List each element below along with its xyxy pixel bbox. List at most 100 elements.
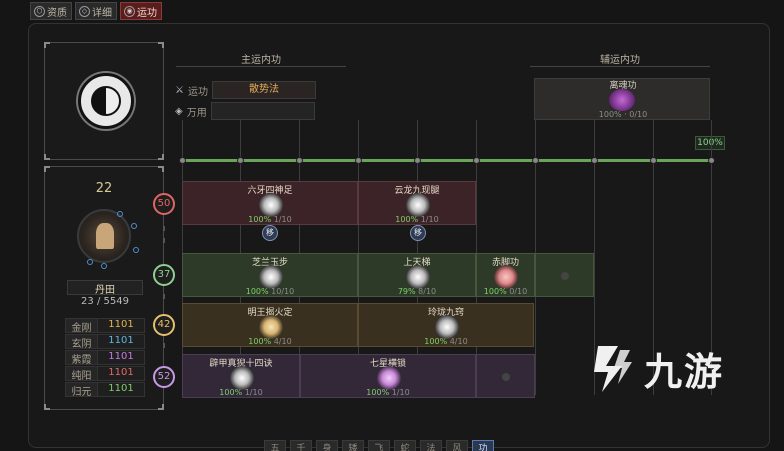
wanyong-slot[interactable] <box>210 102 315 120</box>
yungong-label: 运功 <box>187 86 208 98</box>
category-chip[interactable]: 蛇 <box>394 440 416 451</box>
attribute-row: 玄阴 1101 <box>65 334 145 350</box>
meridian-dot-icon <box>133 247 139 253</box>
main-neigong-title: 主运内功 <box>241 55 281 66</box>
separator <box>163 226 165 231</box>
grid-node <box>532 157 539 164</box>
category-chip[interactable]: 功 <box>472 440 494 451</box>
dantian-value: 23 / 5549 <box>81 296 129 307</box>
category-chip[interactable]: 千 <box>290 440 312 451</box>
grid-node <box>296 157 303 164</box>
grid-node <box>414 157 421 164</box>
meridian-progress-line <box>182 159 712 162</box>
empty-slot[interactable] <box>535 253 594 297</box>
character-panel: 22 丹田 23 / 5549 金刚 1101 玄阴 1101 紫霞 1101 纯阳 1101… <box>44 166 164 410</box>
cultivate-icon: ◉ <box>124 5 135 17</box>
grid-node <box>473 157 480 164</box>
attribute-name: 纯阳 <box>66 367 98 382</box>
grid-node <box>708 157 715 164</box>
crossed-swords-icon: ⚔ <box>175 84 184 96</box>
skill-icon <box>406 193 430 217</box>
diamond-icon: ◈ <box>175 105 183 117</box>
tab-details[interactable]: ◇ 详细 <box>75 2 117 20</box>
info-icon: ⬡ <box>34 5 45 17</box>
watermark-text: 九游 <box>644 349 725 394</box>
skill-cell[interactable]: 玲珑九窍 100% 4/10 <box>358 303 534 347</box>
attribute-row: 归元 1101 <box>65 382 145 398</box>
aux-percent-badge: 100% <box>695 136 725 150</box>
skill-icon <box>259 315 283 339</box>
bottom-category-strip: 五千身矮飞蛇法风功 <box>264 440 494 451</box>
attribute-value: 1101 <box>108 319 134 330</box>
skill-progress: 100% 1/10 <box>248 215 292 224</box>
meridian-dot-icon <box>117 211 123 217</box>
aux-neigong-title: 辅运内功 <box>600 55 640 66</box>
attribute-value: 1101 <box>108 351 134 362</box>
skill-type-panel <box>44 42 164 160</box>
skill-progress: 100% 0/10 <box>483 287 528 296</box>
tab-cultivate[interactable]: ◉ 运功 <box>120 2 162 20</box>
tab-label: 详细 <box>92 7 112 19</box>
aux-skill-card[interactable]: 离魂功 100% · 0/10 <box>534 78 710 120</box>
category-chip[interactable]: 飞 <box>368 440 390 451</box>
divider <box>176 66 346 67</box>
tab-label: 资质 <box>47 7 67 19</box>
skill-cell[interactable]: 明王揭火定 100% 4/10 <box>182 303 358 347</box>
skill-cell[interactable]: 云龙九现腿 100% 1/10 <box>358 181 476 225</box>
dantian-label: 丹田 <box>67 280 143 296</box>
yungong-slot[interactable]: 散势法 <box>211 81 316 99</box>
aux-skill-icon <box>609 89 635 111</box>
grid-node <box>591 157 598 164</box>
skill-progress: 100% 1/10 <box>395 215 439 224</box>
grid-node <box>650 157 657 164</box>
skill-row-2: 芝兰玉步 100% 10/10 上天梯 79% 8/10 赤脚功 100% 0/… <box>182 253 712 297</box>
category-chip[interactable]: 五 <box>264 440 286 451</box>
skill-cell[interactable]: 赤脚功 100% 0/10 <box>476 253 535 297</box>
tab-label: 运功 <box>137 7 157 19</box>
skill-cell[interactable]: 芝兰玉步 100% 10/10 <box>182 253 358 297</box>
skill-progress: 100% 4/10 <box>424 337 468 346</box>
watermark: 九游 <box>584 340 724 396</box>
skill-icon <box>406 265 430 289</box>
attribute-name: 金刚 <box>66 319 98 334</box>
separator <box>163 343 165 348</box>
move-badge[interactable]: 移 <box>262 225 278 241</box>
category-chip[interactable]: 法 <box>420 440 442 451</box>
grid-node <box>237 157 244 164</box>
divider <box>530 66 710 67</box>
tab-qualification[interactable]: ⬡ 资质 <box>30 2 72 20</box>
wanyong-row: ◈ 万用 <box>175 102 315 120</box>
yinyang-icon[interactable] <box>78 73 134 129</box>
move-badge[interactable]: 移 <box>410 225 426 241</box>
skill-row-1: 六牙四神足 100% 1/10 云龙九现腿 100% 1/10 <box>182 181 712 225</box>
skill-cell[interactable]: 七星横锁 100% 1/10 <box>300 354 476 398</box>
meridian-dot-icon <box>101 263 107 269</box>
row-level-badge: 50 <box>153 193 175 215</box>
wanyong-label: 万用 <box>186 107 207 119</box>
attribute-name: 玄阴 <box>66 335 98 350</box>
category-chip[interactable]: 风 <box>446 440 468 451</box>
empty-slot[interactable] <box>476 354 535 398</box>
attribute-name: 归元 <box>66 383 98 398</box>
attribute-row: 紫霞 1101 <box>65 350 145 366</box>
detail-icon: ◇ <box>79 5 90 17</box>
category-chip[interactable]: 身 <box>316 440 338 451</box>
attribute-value: 1101 <box>108 383 134 394</box>
skill-cell[interactable]: 上天梯 79% 8/10 <box>358 253 476 297</box>
meditating-character-avatar[interactable] <box>77 209 131 263</box>
attribute-name: 紫霞 <box>66 351 98 366</box>
attribute-row: 金刚 1101 <box>65 318 145 334</box>
meridian-dot-icon <box>131 223 137 229</box>
skill-icon <box>377 366 401 390</box>
grid-node <box>355 157 362 164</box>
separator <box>163 294 165 299</box>
attribute-value: 1101 <box>108 335 134 346</box>
character-level: 22 <box>95 181 113 196</box>
category-chip[interactable]: 矮 <box>342 440 364 451</box>
skill-progress: 100% 1/10 <box>366 388 410 397</box>
skill-progress: 100% 10/10 <box>245 287 295 296</box>
skill-cell[interactable]: 六牙四神足 100% 1/10 <box>182 181 358 225</box>
aux-skill-progress: 100% · 0/10 <box>598 110 648 119</box>
skill-cell[interactable]: 辟甲真猊十四诀 100% 1/10 <box>182 354 300 398</box>
attribute-value: 1101 <box>108 367 134 378</box>
